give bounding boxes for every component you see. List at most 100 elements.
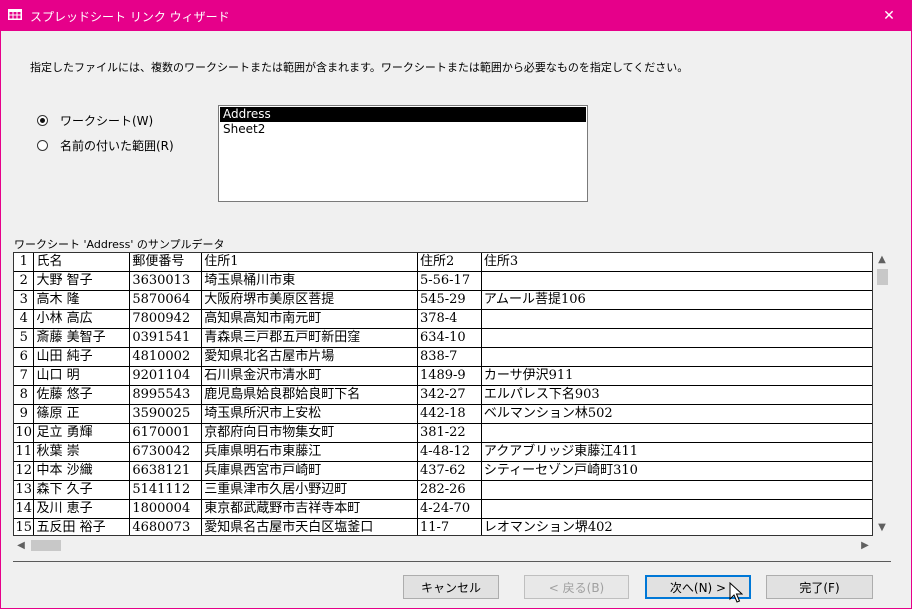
table-cell: 6730042 — [129, 442, 203, 462]
table-row: 8 佐藤 悠子 8995543 鹿児島県姶良郡姶良町下名 342-27 エルパレス下名90… — [14, 385, 872, 405]
table-cell: 篠原 正 — [33, 404, 131, 424]
table-row: 15 五反田 裕子 4680073 愛知県名古屋市天白区塩釜口 11-7 レオマンション堺… — [14, 518, 872, 535]
table-cell: 郵便番号 — [129, 253, 203, 272]
table-cell: 埼玉県所沢市上安松 — [201, 404, 418, 424]
table-cell: 6638121 — [129, 461, 203, 481]
table-cell: 佐藤 悠子 — [33, 385, 131, 405]
window-border-left — [0, 31, 1, 609]
scroll-down-icon[interactable]: ▼ — [873, 520, 891, 536]
table-cell: 378-4 — [417, 309, 482, 329]
table-cell: 5870064 — [129, 290, 203, 310]
worksheet-radio[interactable] — [37, 115, 48, 126]
table-cell: 6170001 — [129, 423, 203, 443]
table-cell: 838-7 — [417, 347, 482, 367]
table-cell: アムール菩提106 — [481, 290, 872, 310]
table-cell: 鹿児島県姶良郡姶良町下名 — [201, 385, 418, 405]
table-cell: 3590025 — [129, 404, 203, 424]
row-number-cell: 12 — [14, 461, 35, 481]
table-row: 9 篠原 正 3590025 埼玉県所沢市上安松 442-18 ベルマンション林502 — [14, 404, 872, 424]
horizontal-scroll-thumb[interactable] — [31, 540, 61, 551]
table-cell: 11-7 — [417, 518, 482, 535]
table-row: 4 小林 高広 7800942 高知県高知市南元町 378-4 — [14, 309, 872, 329]
worksheet-radio-label[interactable]: ワークシート(W) — [60, 112, 153, 129]
back-button[interactable]: < 戻る(B) — [524, 575, 629, 599]
row-number-cell: 6 — [14, 347, 35, 367]
table-cell: 1489-9 — [417, 366, 482, 386]
table-cell: 小林 高広 — [33, 309, 131, 329]
table-cell: 高木 隆 — [33, 290, 131, 310]
row-number-cell: 7 — [14, 366, 35, 386]
mouse-cursor-icon — [729, 582, 743, 603]
separator-line — [13, 561, 891, 562]
table-cell — [481, 309, 872, 329]
table-cell: 三重県津市久居小野辺町 — [201, 480, 418, 500]
table-cell: 8995543 — [129, 385, 203, 405]
title-bar: スプレッドシート リンク ウィザード ✕ — [0, 0, 912, 31]
table-cell: 住所1 — [201, 253, 418, 272]
sheet-list[interactable]: Address Sheet2 — [218, 105, 588, 202]
row-number-cell: 10 — [14, 423, 35, 443]
sample-data-grid[interactable]: 1 氏名 郵便番号 住所1 住所2 住所3 2 大野 智子 3630013 埼玉県桶川市東 5-56… — [13, 252, 873, 536]
table-cell: 442-18 — [417, 404, 482, 424]
table-cell: 住所3 — [481, 253, 872, 272]
table-cell: 氏名 — [33, 253, 131, 272]
vertical-scrollbar[interactable]: ▲ ▼ — [873, 252, 891, 536]
finish-button[interactable]: 完了(F) — [766, 575, 873, 599]
table-cell: 足立 勇輝 — [33, 423, 131, 443]
window-title: スプレッドシート リンク ウィザード — [30, 10, 230, 24]
table-cell: 住所2 — [417, 253, 482, 272]
row-number-cell: 11 — [14, 442, 35, 462]
table-cell: 青森県三戸郡五戸町新田窪 — [201, 328, 418, 348]
close-icon: ✕ — [883, 7, 895, 24]
row-number-cell: 13 — [14, 480, 35, 500]
sample-data-label: ワークシート 'Address' のサンプルデータ — [14, 238, 225, 251]
table-row: 11 秋葉 崇 6730042 兵庫県明石市東藤江 4-48-12 アクアブリッジ東藤江4… — [14, 442, 872, 462]
instruction-text: 指定したファイルには、複数のワークシートまたは範囲が含まれます。ワークシートまた… — [30, 61, 689, 74]
table-cell: シティーセゾン戸崎町310 — [481, 461, 872, 481]
vertical-scroll-thumb[interactable] — [877, 269, 888, 285]
table-row: 6 山田 純子 4810002 愛知県北名古屋市片場 838-7 — [14, 347, 872, 367]
table-cell: 愛知県北名古屋市片場 — [201, 347, 418, 367]
table-cell: レオマンション堺402 — [481, 518, 872, 535]
table-cell: 634-10 — [417, 328, 482, 348]
table-cell: 4680073 — [129, 518, 203, 535]
table-cell: 大阪府堺市美原区菩提 — [201, 290, 418, 310]
sheet-item-address[interactable]: Address — [220, 107, 586, 122]
named-range-radio[interactable] — [37, 140, 48, 151]
close-button[interactable]: ✕ — [866, 0, 912, 31]
named-range-radio-label[interactable]: 名前の付いた範囲(R) — [60, 137, 174, 154]
table-cell: 高知県高知市南元町 — [201, 309, 418, 329]
named-range-option[interactable]: 名前の付いた範囲(R) — [37, 137, 174, 154]
table-cell: 愛知県名古屋市天白区塩釜口 — [201, 518, 418, 535]
table-cell: アクアブリッジ東藤江411 — [481, 442, 872, 462]
table-cell: 埼玉県桶川市東 — [201, 271, 418, 291]
table-cell: 4-48-12 — [417, 442, 482, 462]
table-cell: 中本 沙織 — [33, 461, 131, 481]
table-cell: 東京都武蔵野市吉祥寺本町 — [201, 499, 418, 519]
table-row: 12 中本 沙織 6638121 兵庫県西宮市戸崎町 437-62 シティーセゾン戸崎町3… — [14, 461, 872, 481]
scroll-up-icon[interactable]: ▲ — [873, 252, 891, 268]
table-cell: 3630013 — [129, 271, 203, 291]
table-cell — [481, 271, 872, 291]
table-row: 3 高木 隆 5870064 大阪府堺市美原区菩提 545-29 アムール菩提106 — [14, 290, 872, 310]
sheet-item-sheet2[interactable]: Sheet2 — [220, 122, 586, 137]
scroll-left-icon[interactable]: ◀ — [13, 537, 29, 554]
row-number-cell: 2 — [14, 271, 35, 291]
table-cell: 7800942 — [129, 309, 203, 329]
cancel-button[interactable]: キャンセル — [403, 575, 499, 599]
scroll-right-icon[interactable]: ▶ — [857, 537, 873, 554]
table-cell — [481, 499, 872, 519]
worksheet-option[interactable]: ワークシート(W) — [37, 112, 153, 129]
row-number-cell: 3 — [14, 290, 35, 310]
row-number-cell: 8 — [14, 385, 35, 405]
table-cell: 381-22 — [417, 423, 482, 443]
row-number-cell: 1 — [14, 253, 35, 272]
table-cell: 4810002 — [129, 347, 203, 367]
table-cell: 5-56-17 — [417, 271, 482, 291]
table-row: 7 山口 明 9201104 石川県金沢市清水町 1489-9 カーサ伊沢911 — [14, 366, 872, 386]
horizontal-scrollbar[interactable]: ◀ ▶ — [13, 537, 873, 554]
row-number-cell: 5 — [14, 328, 35, 348]
table-cell: 4-24-70 — [417, 499, 482, 519]
table-row: 13 森下 久子 5141112 三重県津市久居小野辺町 282-26 — [14, 480, 872, 500]
table-row: 14 及川 恵子 1800004 東京都武蔵野市吉祥寺本町 4-24-70 — [14, 499, 872, 519]
